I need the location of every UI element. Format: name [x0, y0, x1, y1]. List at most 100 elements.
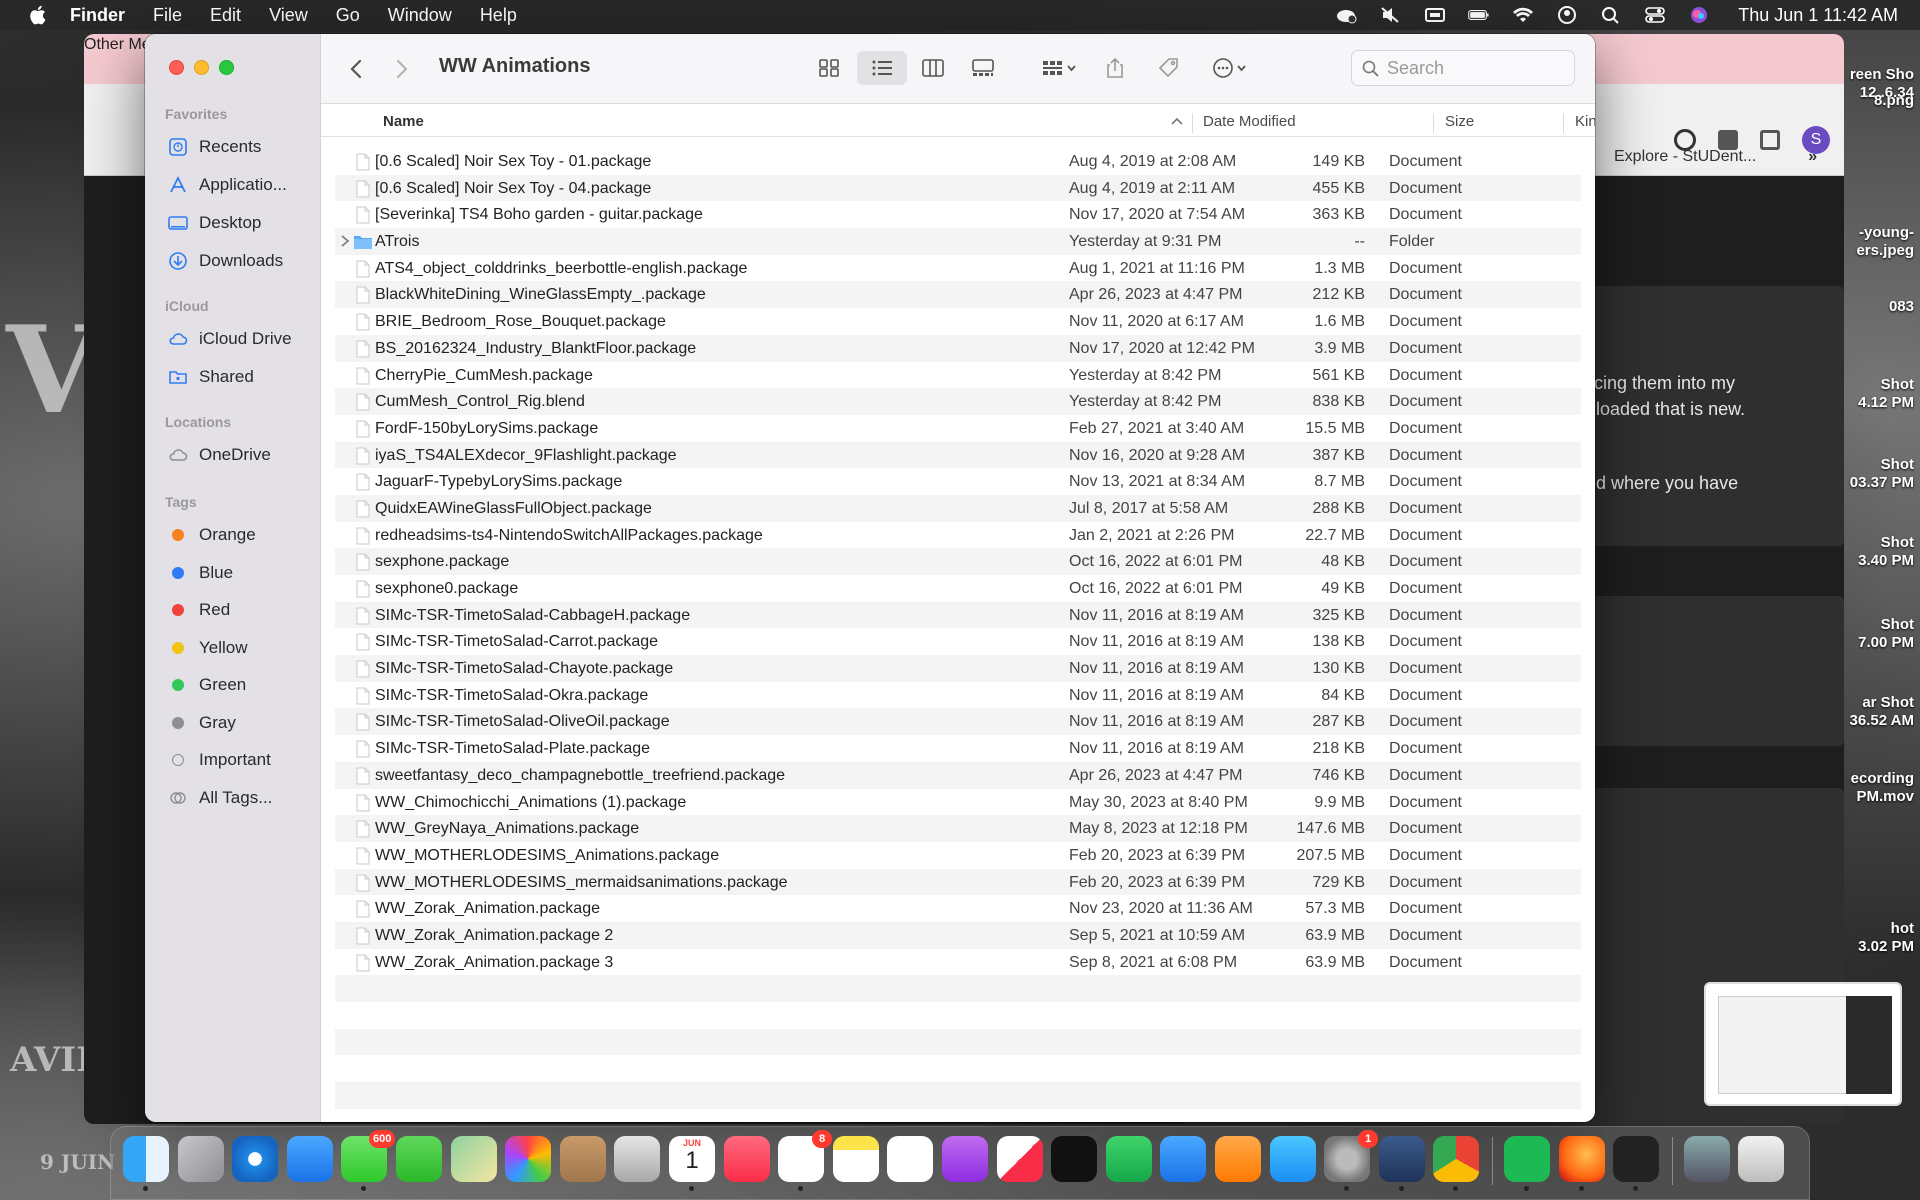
menu-finder[interactable]: Finder	[70, 5, 125, 26]
pages-icon[interactable]	[1215, 1136, 1261, 1182]
menubar-clock[interactable]: Thu Jun 1 11:42 AM	[1738, 5, 1898, 26]
desktop-file-label[interactable]: Shot 03.37 PM	[1850, 456, 1914, 492]
keyboard-input-icon[interactable]	[1424, 6, 1446, 24]
safari-icon[interactable]	[232, 1136, 279, 1182]
menu-edit[interactable]: Edit	[210, 5, 241, 26]
file-row[interactable]: WW_Zorak_Animation.package 2 Sep 5, 2021 …	[335, 921, 1581, 949]
numbers-icon[interactable]	[1105, 1136, 1152, 1182]
column-view-button[interactable]	[911, 51, 955, 85]
file-row[interactable]: WW_Zorak_Animation.package 3 Sep 8, 2021 …	[335, 949, 1581, 976]
file-row[interactable]: [0.6 Scaled] Noir Sex Toy - 04.package Au…	[335, 174, 1581, 202]
list-view-button[interactable]	[857, 51, 907, 85]
menu-help[interactable]: Help	[480, 5, 517, 26]
desktop-file-label[interactable]: -young- ers.jpeg	[1856, 224, 1914, 260]
apple-menu-icon[interactable]	[22, 0, 52, 30]
menu-window[interactable]: Window	[388, 5, 452, 26]
desktop-file-label[interactable]: ecording PM.mov	[1851, 770, 1914, 806]
file-row[interactable]: BlackWhiteDining_WineGlassEmpty_.package…	[335, 281, 1581, 309]
zoom-window-button[interactable]	[219, 60, 234, 75]
keynote-icon[interactable]	[1160, 1136, 1207, 1182]
user-account-icon[interactable]	[1556, 6, 1578, 24]
menu-view[interactable]: View	[269, 5, 308, 26]
column-name-header[interactable]: Name	[383, 113, 424, 130]
folder-row[interactable]: ATrois Yesterday at 9:31 PM -- Folder	[335, 228, 1581, 255]
desktop-file-label[interactable]: Shot 7.00 PM	[1858, 616, 1914, 652]
sidebar-tag-0[interactable]: Orange	[167, 522, 256, 548]
spotlight-search-icon[interactable]	[1600, 6, 1622, 24]
downloads-stack-icon[interactable]	[1683, 1136, 1730, 1182]
finder-icon[interactable]	[123, 1136, 169, 1191]
file-row[interactable]: sexphone0.package Oct 16, 2022 at 6:01 PM…	[335, 575, 1581, 602]
trash-icon[interactable]	[1738, 1136, 1785, 1182]
file-row[interactable]: BRIE_Bedroom_Rose_Bouquet.package Nov 11,…	[335, 308, 1581, 335]
sidebar-tag-2[interactable]: Red	[167, 597, 230, 623]
creative-cloud-sync-icon[interactable]	[1336, 6, 1358, 24]
spotify-icon[interactable]	[1504, 1136, 1550, 1191]
sidebar-item-downloads[interactable]: Downloads	[167, 248, 283, 274]
column-date-header[interactable]: Date Modified	[1203, 113, 1296, 130]
contacts-icon[interactable]	[559, 1136, 606, 1182]
notes-icon[interactable]	[832, 1136, 879, 1182]
music-icon[interactable]	[723, 1136, 770, 1182]
file-row[interactable]: iyaS_TS4ALEXdecor_9Flashlight.package Nov…	[335, 441, 1581, 469]
column-kind-header[interactable]: Kind	[1575, 113, 1595, 130]
muted-speaker-icon[interactable]	[1380, 6, 1402, 24]
sidebar-item-shared[interactable]: Shared	[167, 364, 254, 390]
back-button[interactable]	[343, 56, 369, 82]
epic-games-icon[interactable]	[1613, 1136, 1660, 1191]
file-row[interactable]: WW_MOTHERLODESIMS_Animations.package Feb …	[335, 842, 1581, 869]
file-row[interactable]: redheadsims-ts4-NintendoSwitchAllPackage…	[335, 522, 1581, 549]
mail-icon[interactable]	[286, 1136, 333, 1182]
file-row[interactable]: sweetfantasy_deco_champagnebottle_treefr…	[335, 761, 1581, 789]
file-row[interactable]: [0.6 Scaled] Noir Sex Toy - 01.package Au…	[335, 148, 1581, 175]
facetime-icon[interactable]	[396, 1136, 442, 1182]
share-button[interactable]	[1095, 51, 1135, 85]
system-settings-icon[interactable]: 1	[1324, 1130, 1379, 1191]
desktop-file-label[interactable]: ar Shot 36.52 AM	[1850, 694, 1914, 730]
sidebar-tag-3[interactable]: Yellow	[167, 635, 248, 661]
sidebar-item-desktop[interactable]: Desktop	[167, 210, 261, 236]
column-size-header[interactable]: Size	[1445, 113, 1474, 130]
sidebar-tag-4[interactable]: Green	[167, 672, 246, 698]
desktop-file-label[interactable]: hot 3.02 PM	[1858, 920, 1914, 956]
app-store-icon[interactable]	[1269, 1136, 1316, 1182]
sidebar-item-icloud-drive[interactable]: iCloud Drive	[167, 326, 292, 352]
sidebar-tag-7[interactable]: All Tags...	[167, 785, 272, 811]
podcasts-icon[interactable]	[942, 1136, 988, 1182]
sidebar-tag-1[interactable]: Blue	[167, 560, 233, 586]
file-row[interactable]: BS_20162324_Industry_BlanktFloor.package…	[335, 334, 1581, 362]
preview-icon[interactable]	[614, 1136, 661, 1182]
gallery-view-button[interactable]	[961, 51, 1005, 85]
wifi-icon[interactable]	[1512, 6, 1534, 24]
maps-icon[interactable]	[450, 1136, 497, 1182]
sidebar-item-onedrive[interactable]: OneDrive	[167, 442, 271, 468]
file-row[interactable]: SIMc-TSR-TimetoSalad-Okra.package Nov 11,…	[335, 682, 1581, 709]
forward-button[interactable]	[389, 56, 415, 82]
disclosure-triangle-icon[interactable]	[339, 234, 351, 248]
file-row[interactable]: SIMc-TSR-TimetoSalad-Chayote.package Nov …	[335, 655, 1581, 682]
firefox-icon[interactable]	[1558, 1136, 1605, 1191]
file-row[interactable]: SIMc-TSR-TimetoSalad-OliveOil.package Nov…	[335, 708, 1581, 736]
calendar-icon[interactable]: JUN 1	[669, 1136, 715, 1191]
control-center-icon[interactable]	[1644, 6, 1666, 24]
sidebar-tag-6[interactable]: Important	[167, 747, 271, 773]
reminders-icon[interactable]: 8	[778, 1130, 833, 1191]
sidebar-tag-5[interactable]: Gray	[167, 710, 236, 736]
file-row[interactable]: SIMc-TSR-TimetoSalad-Plate.package Nov 11…	[335, 735, 1581, 762]
file-row[interactable]: WW_Zorak_Animation.package Nov 23, 2020 a…	[335, 895, 1581, 922]
file-row[interactable]: [Severinka] TS4 Boho garden - guitar.pac…	[335, 201, 1581, 228]
desktop-file-label[interactable]: 8.png	[1874, 92, 1914, 110]
file-row[interactable]: JaguarF-TypebyLorySims.package Nov 13, 20…	[335, 468, 1581, 495]
file-row[interactable]: ATS4_object_colddrinks_beerbottle-englis…	[335, 255, 1581, 282]
file-row[interactable]: QuidxEAWineGlassFullObject.package Jul 8,…	[335, 494, 1581, 522]
screenshot-thumbnail[interactable]	[1704, 982, 1902, 1106]
freeform-icon[interactable]	[887, 1136, 934, 1182]
messages-icon[interactable]: 600	[341, 1130, 396, 1191]
desktop-file-label[interactable]: Shot 3.40 PM	[1858, 534, 1914, 570]
siri-icon[interactable]	[1688, 6, 1710, 24]
photos-icon[interactable]	[505, 1136, 552, 1182]
file-row[interactable]: FordF-150byLorySims.package Feb 27, 2021 …	[335, 415, 1581, 442]
file-row[interactable]: SIMc-TSR-TimetoSalad-CabbageH.package Nov…	[335, 601, 1581, 629]
file-row[interactable]: CumMesh_Control_Rig.blend Yesterday at 8:…	[335, 388, 1581, 415]
tag-button[interactable]	[1149, 51, 1189, 85]
